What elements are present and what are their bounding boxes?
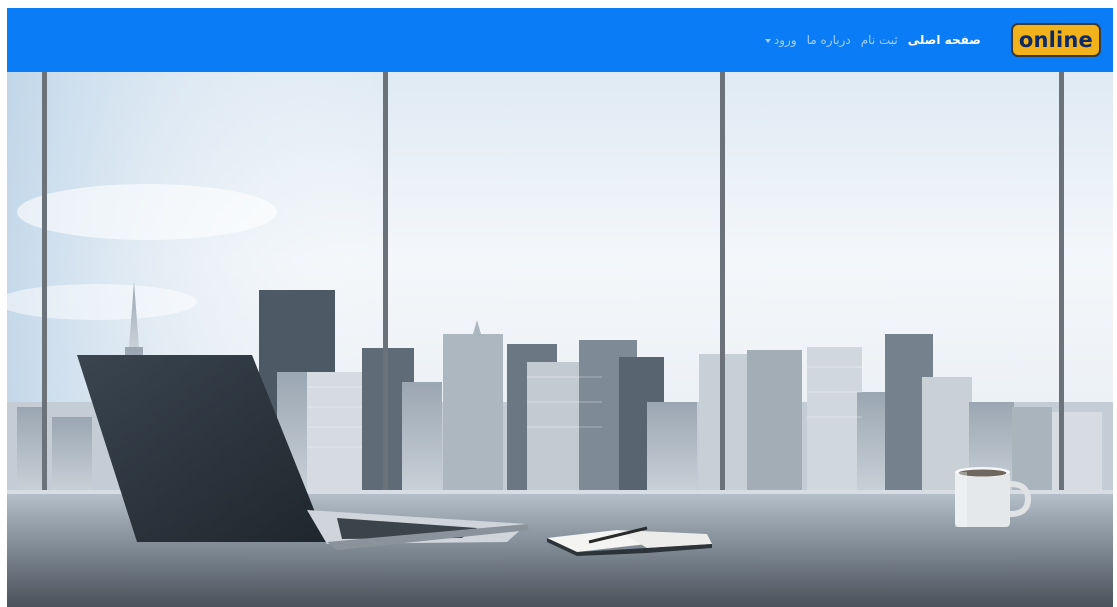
brand-logo-button[interactable]: online — [1010, 23, 1101, 57]
nav-link-login-label: ورود — [773, 33, 797, 47]
nav-links: صفحه اصلی ثبت نام درباره ما ورود — [764, 33, 981, 47]
nav-link-login-dropdown[interactable]: ورود — [764, 33, 797, 47]
nav-link-register[interactable]: ثبت نام — [861, 33, 898, 47]
nav-link-home[interactable]: صفحه اصلی — [908, 33, 981, 47]
page: online صفحه اصلی ثبت نام درباره ما ورود — [7, 8, 1113, 607]
caret-down-icon — [764, 38, 771, 43]
hero-image — [7, 72, 1113, 607]
top-navbar: online صفحه اصلی ثبت نام درباره ما ورود — [7, 8, 1113, 72]
nav-link-about[interactable]: درباره ما — [807, 33, 851, 47]
hero-banner — [7, 72, 1113, 607]
